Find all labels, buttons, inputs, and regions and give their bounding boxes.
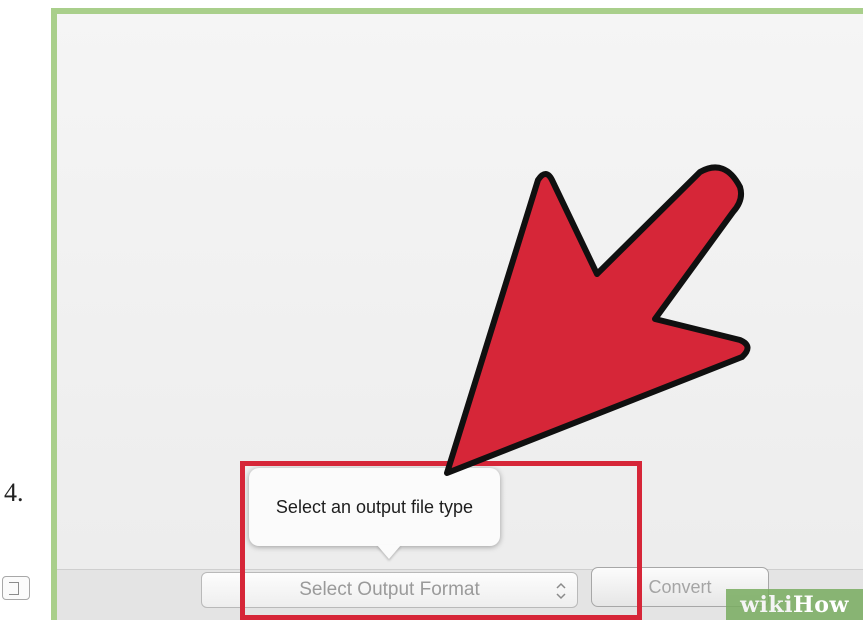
watermark-part1: wiki [740,591,793,618]
watermark-part2: How [793,591,849,618]
convert-button-label: Convert [648,576,712,597]
checkbox-icon[interactable] [2,576,30,600]
highlight-box [240,461,642,620]
step-number: 4. [4,478,24,507]
wikihow-watermark: wiki How [726,589,863,620]
